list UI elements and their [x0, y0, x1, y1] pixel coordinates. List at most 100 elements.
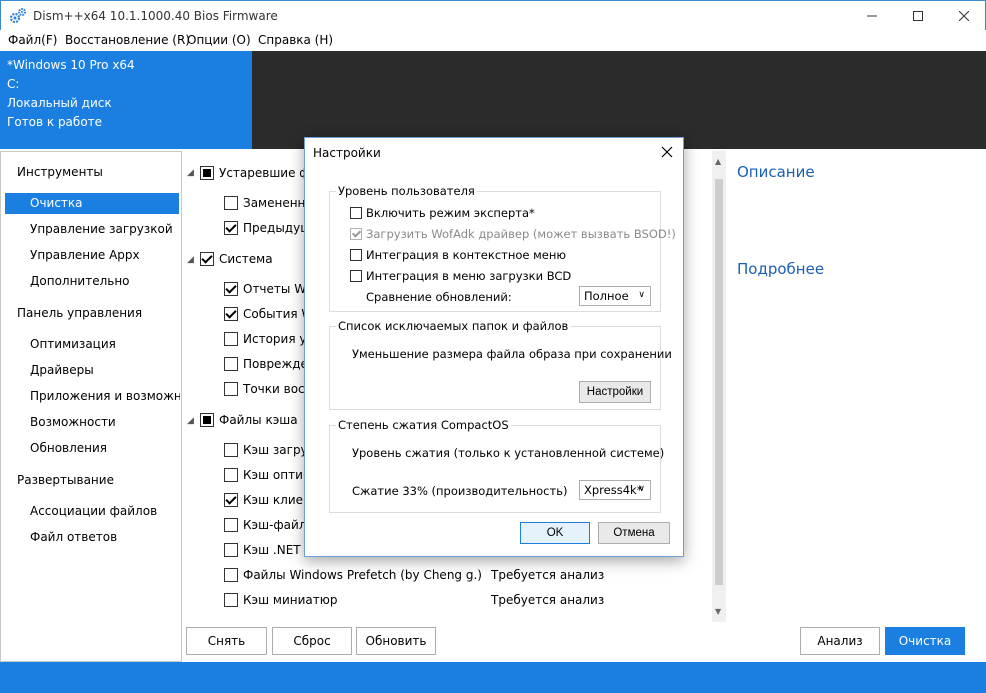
group-title: Уровень пользователя [336, 184, 477, 198]
exclusions-group: Список исключаемых папок и файлов Уменьш… [329, 319, 672, 410]
checkbox[interactable] [224, 518, 238, 532]
select-value: Xpress4k* [584, 483, 643, 497]
scroll-thumb[interactable] [715, 179, 723, 585]
wofadk-option: Загрузить WofAdk драйвер (может вызвать … [350, 227, 676, 241]
list-item[interactable]: Замененн [224, 193, 305, 213]
checkbox[interactable] [224, 443, 238, 457]
item-label: Замененн [243, 196, 306, 210]
list-item[interactable]: Файлы Windows Prefetch (by Cheng g.) [224, 565, 482, 585]
checkbox[interactable] [224, 468, 238, 482]
list-item[interactable]: Кэш-файль [224, 515, 314, 535]
list-scrollbar[interactable]: ▲ ▼ [712, 151, 726, 622]
checkbox[interactable] [350, 270, 362, 282]
menu-restore[interactable]: Восстановление (R) [65, 33, 190, 47]
sidebar-item-answer-file[interactable]: Файл ответов [30, 530, 117, 544]
exclusions-settings-button[interactable]: Настройки [579, 381, 651, 403]
checkbox[interactable] [224, 332, 238, 346]
checkbox[interactable] [200, 252, 214, 266]
list-item[interactable]: Поврежден [224, 354, 316, 374]
checkbox[interactable] [224, 307, 238, 321]
sidebar-item-advanced[interactable]: Дополнительно [30, 274, 130, 288]
close-icon [959, 11, 969, 21]
checkbox[interactable] [224, 593, 238, 607]
checkbox[interactable] [224, 493, 238, 507]
window-title: Dism++x64 10.1.1000.40 Bios Firmware [33, 9, 278, 23]
nav-section-deployment: Развертывание [17, 473, 114, 487]
checkbox[interactable] [200, 166, 214, 180]
checkbox [350, 228, 362, 240]
item-label: События W [243, 307, 314, 321]
scroll-down-icon[interactable]: ▼ [715, 607, 721, 616]
checkbox[interactable] [224, 196, 238, 210]
sidebar-item-optimization[interactable]: Оптимизация [30, 337, 116, 351]
sidebar: Инструменты Очистка Управление загрузкой… [0, 151, 182, 662]
checkbox[interactable] [224, 543, 238, 557]
item-label: Точки восс [243, 382, 312, 396]
group-system[interactable]: Система [200, 249, 273, 269]
sidebar-item-cleanup[interactable]: Очистка [5, 193, 179, 214]
minimize-button[interactable] [849, 1, 895, 31]
collapse-caret-icon[interactable]: ◢ [187, 416, 194, 426]
cancel-button[interactable]: Отмена [598, 522, 670, 544]
os-disk-type: Локальный диск [7, 96, 112, 110]
checkbox[interactable] [224, 568, 238, 582]
sidebar-item-boot[interactable]: Управление загрузкой [30, 222, 173, 236]
reset-button[interactable]: Сброс [272, 627, 352, 655]
group-cache[interactable]: Файлы кэша [200, 410, 298, 430]
collapse-caret-icon[interactable]: ◢ [187, 168, 194, 178]
menu-help[interactable]: Справка (H) [258, 33, 333, 47]
item-label: Предыдущ [243, 221, 312, 235]
list-item[interactable]: Кэш загруз [224, 440, 314, 460]
scroll-up-icon[interactable]: ▲ [715, 157, 721, 166]
select-value: Полное [584, 289, 629, 303]
list-item[interactable]: Предыдущ [224, 218, 312, 238]
compare-updates-select[interactable]: Полное ∨ [579, 286, 651, 306]
item-label: Кэш-файль [243, 518, 314, 532]
bcd-menu-option[interactable]: Интеграция в меню загрузки BCD [350, 269, 571, 283]
checkbox[interactable] [224, 357, 238, 371]
more-title: Подробнее [737, 260, 825, 278]
os-info-panel[interactable]: *Windows 10 Pro x64 C: Локальный диск Го… [0, 51, 252, 149]
list-item[interactable]: История ус [224, 329, 313, 349]
clean-button[interactable]: Очистка [885, 627, 965, 655]
sidebar-item-updates[interactable]: Обновления [30, 441, 107, 455]
description-panel: Описание Подробнее [726, 151, 986, 662]
list-item[interactable]: Кэш миниатюр [224, 590, 337, 610]
analyze-button[interactable]: Анализ [800, 627, 880, 655]
group-obsolete[interactable]: Устаревшие фа [200, 163, 317, 183]
refresh-button[interactable]: Обновить [356, 627, 436, 655]
context-menu-option[interactable]: Интеграция в контекстное меню [350, 248, 566, 262]
chevron-down-icon: ∨ [638, 290, 645, 300]
dialog-close-button[interactable] [657, 142, 677, 162]
checkbox[interactable] [350, 207, 362, 219]
item-label: Файлы Windows Prefetch (by Cheng g.) [243, 568, 482, 582]
compression-ratio-label: Сжатие 33% (производительность) [352, 484, 568, 498]
menu-file[interactable]: Файл(F) [8, 33, 57, 47]
close-button[interactable] [941, 1, 986, 31]
list-item[interactable]: Кэш .NET с [224, 540, 311, 560]
list-item[interactable]: Отчеты Win [224, 279, 317, 299]
sidebar-item-appx[interactable]: Управление Appx [30, 248, 140, 262]
list-item[interactable]: Точки восс [224, 379, 311, 399]
checkbox[interactable] [224, 221, 238, 235]
checkbox[interactable] [224, 282, 238, 296]
item-status: Требуется анализ [491, 568, 605, 582]
sidebar-item-file-associations[interactable]: Ассоциации файлов [30, 504, 157, 518]
checkbox[interactable] [200, 413, 214, 427]
collapse-caret-icon[interactable]: ◢ [187, 255, 194, 265]
checkbox[interactable] [350, 249, 362, 261]
expert-mode-option[interactable]: Включить режим эксперта* [350, 206, 535, 220]
sidebar-item-apps[interactable]: Приложения и возможнос [30, 389, 180, 403]
checkbox[interactable] [224, 382, 238, 396]
sidebar-item-features[interactable]: Возможности [30, 415, 116, 429]
maximize-button[interactable] [895, 1, 941, 31]
compression-select[interactable]: Xpress4k* ∨ [579, 480, 651, 500]
uncheck-button[interactable]: Снять [186, 627, 267, 655]
item-label: Кэш оптим [243, 468, 312, 482]
minimize-icon [867, 15, 877, 17]
list-item[interactable]: События W [224, 304, 313, 324]
sidebar-item-drivers[interactable]: Драйверы [30, 363, 94, 377]
menu-options[interactable]: Опции (O) [187, 33, 251, 47]
ok-button[interactable]: OK [520, 522, 590, 544]
list-item[interactable]: Кэш оптим [224, 465, 312, 485]
